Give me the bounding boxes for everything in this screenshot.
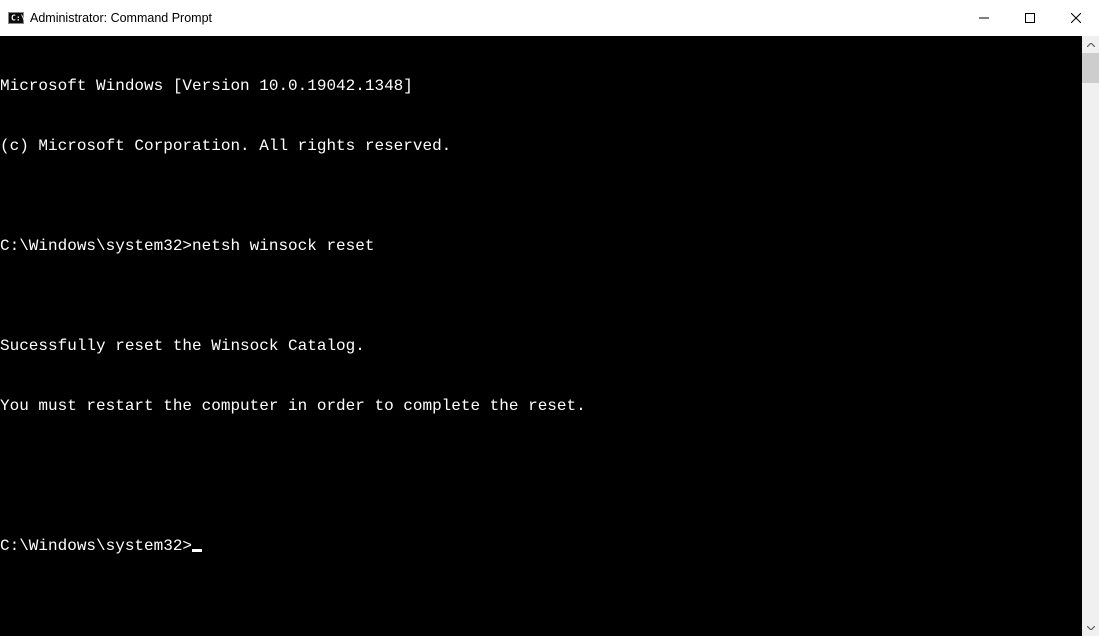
terminal-line: C:\Windows\system32>netsh winsock reset [0, 236, 1082, 256]
maximize-button[interactable] [1007, 0, 1053, 36]
content-area: Microsoft Windows [Version 10.0.19042.13… [0, 36, 1099, 636]
svg-text:C:\: C:\ [11, 14, 24, 23]
terminal-line: You must restart the computer in order t… [0, 396, 1082, 416]
cursor [192, 549, 202, 552]
window: C:\ Administrator: Command Prompt Micros… [0, 0, 1099, 636]
scroll-thumb[interactable] [1082, 53, 1099, 83]
vertical-scrollbar[interactable] [1082, 36, 1099, 636]
terminal-line: (c) Microsoft Corporation. All rights re… [0, 136, 1082, 156]
cmd-icon: C:\ [8, 10, 24, 26]
scroll-track[interactable] [1082, 53, 1099, 619]
terminal-prompt-line: C:\Windows\system32> [0, 536, 1082, 556]
terminal-line: Microsoft Windows [Version 10.0.19042.13… [0, 76, 1082, 96]
scroll-up-button[interactable] [1082, 36, 1099, 53]
chevron-down-icon [1087, 623, 1095, 632]
window-title: Administrator: Command Prompt [30, 11, 961, 25]
scroll-down-button[interactable] [1082, 619, 1099, 636]
titlebar[interactable]: C:\ Administrator: Command Prompt [0, 0, 1099, 36]
minimize-button[interactable] [961, 0, 1007, 36]
close-button[interactable] [1053, 0, 1099, 36]
chevron-up-icon [1087, 40, 1095, 49]
prompt-text: C:\Windows\system32> [0, 537, 192, 555]
terminal[interactable]: Microsoft Windows [Version 10.0.19042.13… [0, 36, 1082, 636]
window-controls [961, 0, 1099, 36]
terminal-line: Sucessfully reset the Winsock Catalog. [0, 336, 1082, 356]
